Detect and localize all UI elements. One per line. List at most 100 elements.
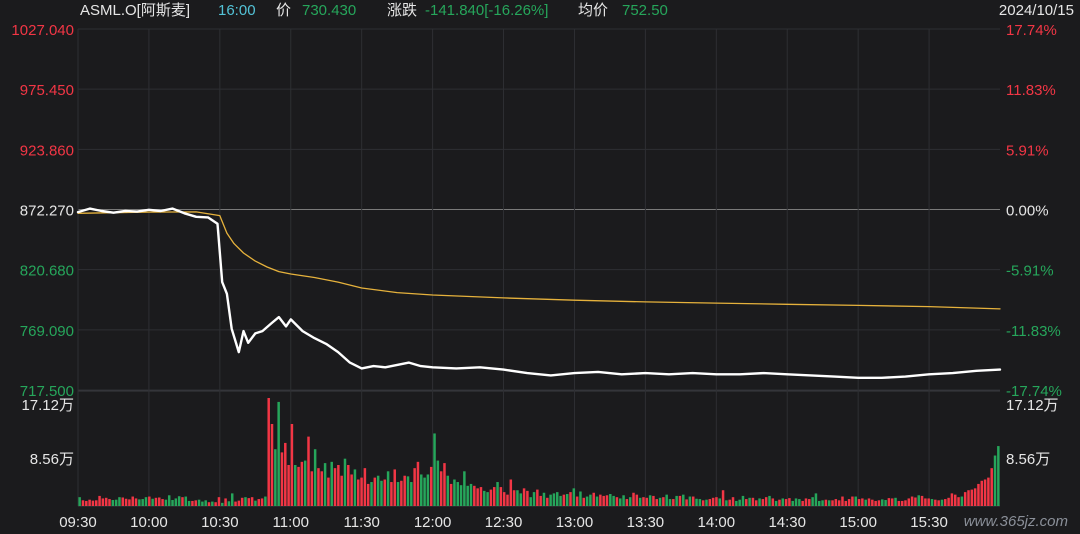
volume-bar [343,458,347,506]
volume-bar [433,433,436,506]
volume-bar [121,497,125,506]
volume-bar [81,500,85,506]
volume-bar [95,500,98,506]
volume-bar [496,482,499,506]
volume-bar [383,479,387,506]
volume-bar [217,497,221,506]
volume-bar [575,496,579,506]
volume-bar [549,494,552,506]
volume-bar [429,466,433,506]
volume-bar [254,500,257,506]
volume-bar [88,499,91,506]
volume-bar [857,499,861,506]
volume-bar [522,488,526,506]
volume-bar [516,490,519,506]
volume-bar [138,499,141,506]
volume-bar [118,497,121,506]
volume-bar [227,501,231,506]
change-label: 涨跌 [387,2,417,19]
volume-bar [605,495,609,506]
volume-bar [499,487,503,506]
volume-bar [728,499,731,506]
avg-value: 752.50 [622,2,668,19]
volume-bar [111,500,115,506]
time-label: 16:00 [218,2,256,19]
volume-bar [390,482,393,506]
volume-bar [572,488,576,506]
volume-bar [257,499,260,506]
y-tick-label-right: 0.00% [1006,203,1049,220]
volume-bar [293,465,297,506]
volume-bar [274,449,277,506]
volume-bar [443,463,446,506]
volume-bar [403,475,406,506]
volume-bar [297,466,300,506]
volume-bar [691,496,695,506]
volume-bar [947,497,950,506]
volume-bar [134,498,138,506]
volume-bar [920,495,924,506]
volume-bar [867,498,871,506]
volume-bar [267,398,270,506]
volume-bar [406,476,410,506]
volume-bar [864,499,867,506]
y-tick-label-right: 5.91% [1006,142,1049,159]
volume-bar [837,500,841,506]
volume-bar [436,460,440,506]
volume-bar [104,497,108,506]
volume-bar [648,495,652,506]
volume-bar [887,498,891,506]
volume-bar [705,499,708,506]
volume-bar [877,500,881,506]
volume-bar [814,493,818,506]
volume-bar [191,500,194,506]
volume-bar [373,477,377,506]
volume-bar [711,497,715,506]
volume-bar [393,469,396,506]
volume-bar [539,495,542,506]
y-tick-label-left: 1027.040 [11,22,74,39]
volume-bar [632,492,635,506]
volume-bar [512,490,516,506]
volume-bar [357,479,360,506]
volume-bar [602,495,605,506]
volume-bar [599,494,602,506]
volume-bar [804,498,808,506]
volume-bar [934,499,937,506]
y-tick-label-left: 923.860 [20,142,74,159]
volume-bar [595,496,599,506]
volume-bar [854,496,857,506]
volume-bar [552,493,556,506]
volume-bar [685,499,688,506]
volume-bar [240,497,244,506]
volume-bar [509,479,513,506]
volume-bar [910,496,914,506]
volume-bar [519,493,523,506]
volume-bar [997,446,1000,506]
volume-bar [353,469,357,506]
volume-bar [400,480,403,506]
volume-bar [307,436,310,506]
volume-bar [983,479,987,506]
volume-bar [101,498,105,506]
volume-bar [380,480,383,506]
y-tick-label-left: 872.270 [20,203,74,220]
volume-bar [907,498,911,506]
volume-bar [181,497,184,506]
volume-bar [818,500,821,506]
volume-bar [811,497,814,506]
volume-bar [141,499,144,506]
volume-bar [993,455,997,506]
volume-bar [194,500,197,506]
volume-bar [715,497,718,506]
volume-bar [944,499,947,506]
volume-bar [114,499,118,506]
volume-bar [224,498,227,506]
volume-bar [917,495,920,506]
volume-bar [167,495,171,506]
volume-bar [300,461,304,506]
volume-bar [313,449,317,506]
volume-bar [144,497,148,506]
volume-bar [738,499,741,506]
volume-bar [963,492,967,506]
